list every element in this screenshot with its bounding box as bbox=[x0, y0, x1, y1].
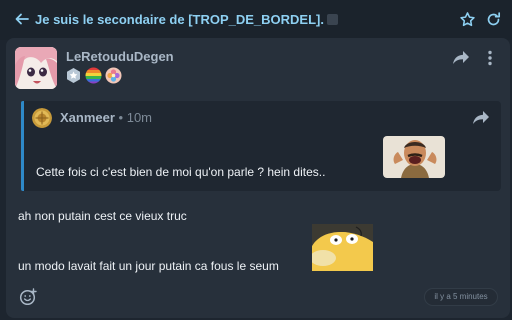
more-options-icon[interactable] bbox=[486, 50, 494, 66]
psyduck-sticker bbox=[312, 224, 373, 271]
star-icon[interactable] bbox=[459, 11, 476, 28]
add-reaction-icon[interactable] bbox=[19, 288, 37, 306]
rainbow-badge-icon bbox=[85, 67, 102, 84]
laughing-man-sticker bbox=[383, 136, 445, 178]
quoted-message[interactable]: Xanmeer • 10m Cette fois ci c'est bien d… bbox=[21, 101, 501, 191]
author-badges bbox=[65, 67, 122, 84]
quote-time: • 10m bbox=[118, 110, 153, 125]
refresh-icon[interactable] bbox=[485, 11, 502, 28]
quote-author-avatar[interactable] bbox=[32, 108, 52, 128]
message-timestamp: il y a 5 minutes bbox=[424, 288, 498, 306]
quote-share-icon[interactable] bbox=[472, 110, 490, 126]
quote-text: Cette fois ci c'est bien de moi qu'on pa… bbox=[36, 165, 326, 179]
arrow-left-icon[interactable] bbox=[14, 11, 30, 27]
message-line: ah non putain cest ce vieux truc bbox=[18, 209, 187, 223]
topic-title-text: Je suis le secondaire de [TROP_DE_BORDEL… bbox=[35, 12, 324, 27]
author-name[interactable]: LeRetouduDegen bbox=[66, 49, 174, 64]
quote-header: Xanmeer • 10m bbox=[60, 110, 152, 125]
share-icon[interactable] bbox=[452, 50, 470, 66]
flower-badge-icon bbox=[105, 67, 122, 84]
topic-header: Je suis le secondaire de [TROP_DE_BORDEL… bbox=[0, 0, 512, 40]
topic-title[interactable]: Je suis le secondaire de [TROP_DE_BORDEL… bbox=[35, 12, 338, 27]
author-avatar[interactable] bbox=[15, 47, 57, 89]
message-line: un modo lavait fait un jour putain ca fo… bbox=[18, 259, 279, 273]
star-badge-icon bbox=[67, 68, 80, 83]
quote-accent-bar bbox=[21, 101, 24, 191]
title-tag-icon bbox=[326, 14, 338, 25]
quote-author-name[interactable]: Xanmeer bbox=[60, 110, 115, 125]
quote-time-value: 10m bbox=[126, 110, 153, 125]
